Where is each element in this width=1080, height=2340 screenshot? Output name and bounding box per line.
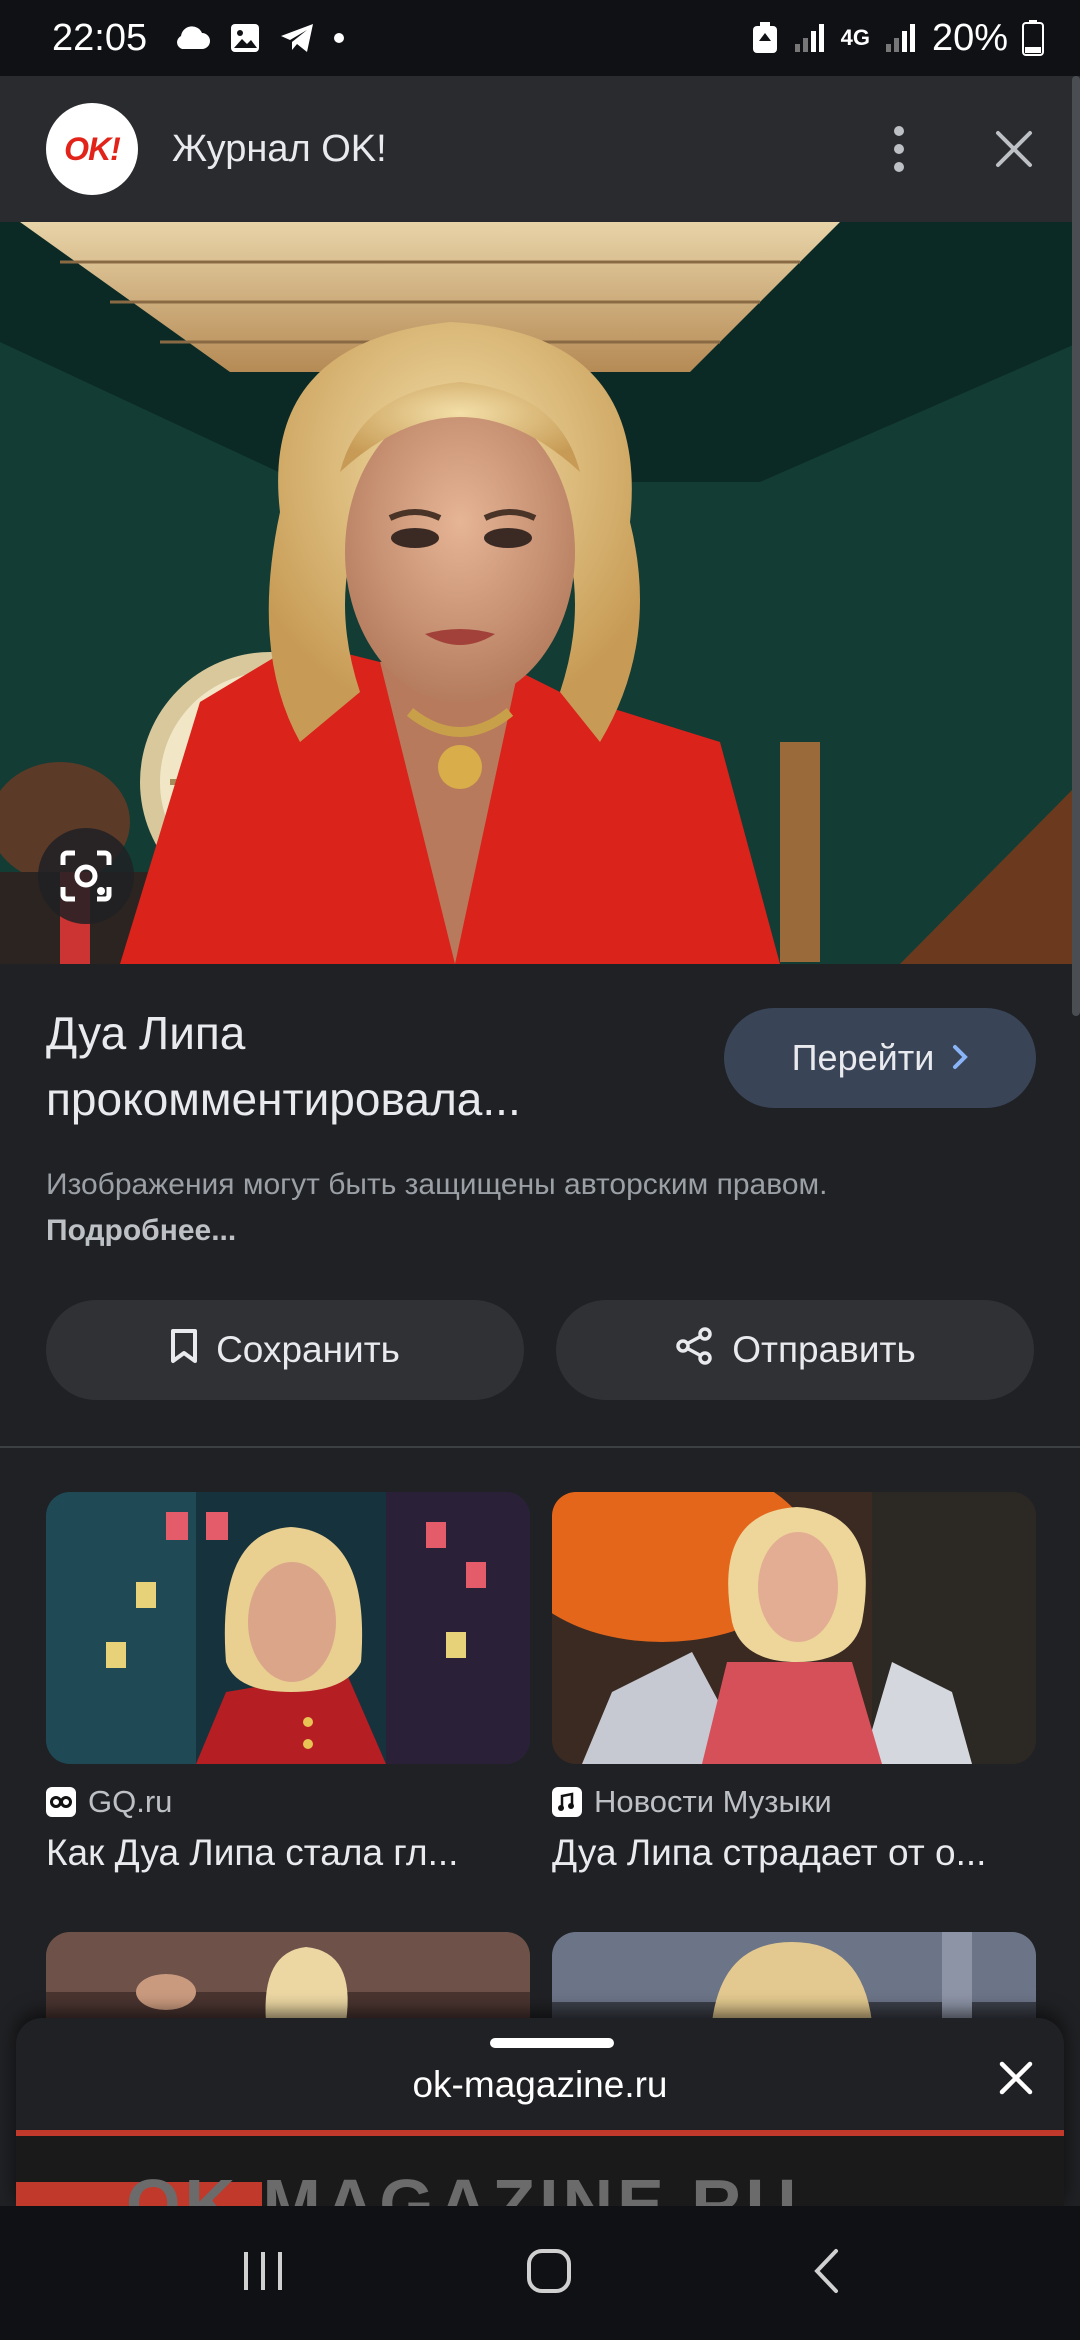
more-vert-icon[interactable] <box>884 116 914 182</box>
network-type: 4G <box>840 25 870 50</box>
copyright-notice: Изображения могут быть защищены авторски… <box>46 1162 866 1254</box>
notice-text: Изображения могут быть защищены авторски… <box>46 1168 828 1201</box>
signal-icon-2 <box>884 22 918 54</box>
notice-link[interactable]: Подробнее... <box>46 1214 236 1247</box>
action-buttons: Сохранить Отправить <box>46 1300 1034 1400</box>
hero-photo <box>0 222 1080 964</box>
gq-icon <box>46 1787 76 1817</box>
recent-apps-icon[interactable] <box>240 2250 286 2297</box>
battery-saver-icon <box>751 21 779 55</box>
back-icon[interactable] <box>812 2247 840 2300</box>
preview-site-text: OK MAGAZINE.RU <box>126 2165 801 2208</box>
share-icon <box>674 1326 714 1375</box>
related-title[interactable]: Как Дуа Липа стала гл... <box>46 1832 530 1874</box>
battery-icon <box>1022 20 1044 56</box>
sheet-url: ok-magazine.ru <box>412 2064 668 2105</box>
go-button[interactable]: Перейти <box>724 1008 1036 1108</box>
site-logo[interactable]: OK! <box>46 103 138 195</box>
sheet-site-preview: OK MAGAZINE.RU <box>16 2136 1064 2208</box>
telegram-icon <box>279 22 315 54</box>
system-nav-bar <box>0 2206 1080 2340</box>
cloud-icon <box>173 25 211 51</box>
save-button[interactable]: Сохранить <box>46 1300 524 1400</box>
related-source: GQ.ru <box>46 1784 530 1820</box>
status-time: 22:05 <box>52 16 148 59</box>
related-card[interactable]: GQ.ru Как Дуа Липа стала гл... <box>46 1492 530 1874</box>
signal-icon <box>793 22 827 54</box>
related-image[interactable] <box>552 1492 1036 1764</box>
chevron-right-icon <box>952 1037 969 1079</box>
related-source-name: GQ.ru <box>88 1784 173 1819</box>
sheet-drag-handle[interactable] <box>490 2038 614 2048</box>
music-news-icon <box>552 1787 582 1817</box>
scrollbar[interactable] <box>1072 76 1080 1016</box>
home-icon[interactable] <box>525 2247 573 2300</box>
go-button-label: Перейти <box>791 1037 935 1078</box>
related-source-name: Новости Музыки <box>594 1784 832 1819</box>
battery-percent: 20% <box>931 16 1008 59</box>
section-divider <box>0 1446 1080 1448</box>
close-icon[interactable] <box>994 129 1034 169</box>
dot-icon <box>333 32 345 44</box>
close-icon[interactable] <box>998 2060 1034 2101</box>
image-icon <box>229 22 261 54</box>
result-title[interactable]: Дуа Липа прокомментировала... <box>46 1000 686 1132</box>
hero-image[interactable] <box>0 222 1080 964</box>
header: OK! Журнал OK! <box>0 76 1080 222</box>
share-label: Отправить <box>732 1329 916 1370</box>
lens-search-icon[interactable] <box>38 828 134 924</box>
save-label: Сохранить <box>216 1329 400 1370</box>
related-image[interactable] <box>46 1492 530 1764</box>
share-button[interactable]: Отправить <box>556 1300 1034 1400</box>
related-card[interactable]: Новости Музыки Дуа Липа страдает от о... <box>552 1492 1036 1874</box>
logo-text: OK! <box>64 130 121 167</box>
bookmark-icon <box>170 1328 198 1373</box>
site-title: Журнал OK! <box>172 127 387 170</box>
page: 22:05 4G 20% OK! Журнал OK! Дуа Липа про… <box>0 0 1080 2340</box>
related-source: Новости Музыки <box>552 1784 1036 1820</box>
status-bar: 22:05 4G 20% <box>0 0 1080 76</box>
site-preview-sheet[interactable]: ok-magazine.ru OK MAGAZINE.RU <box>16 2018 1064 2208</box>
related-title[interactable]: Дуа Липа страдает от о... <box>552 1832 1036 1874</box>
